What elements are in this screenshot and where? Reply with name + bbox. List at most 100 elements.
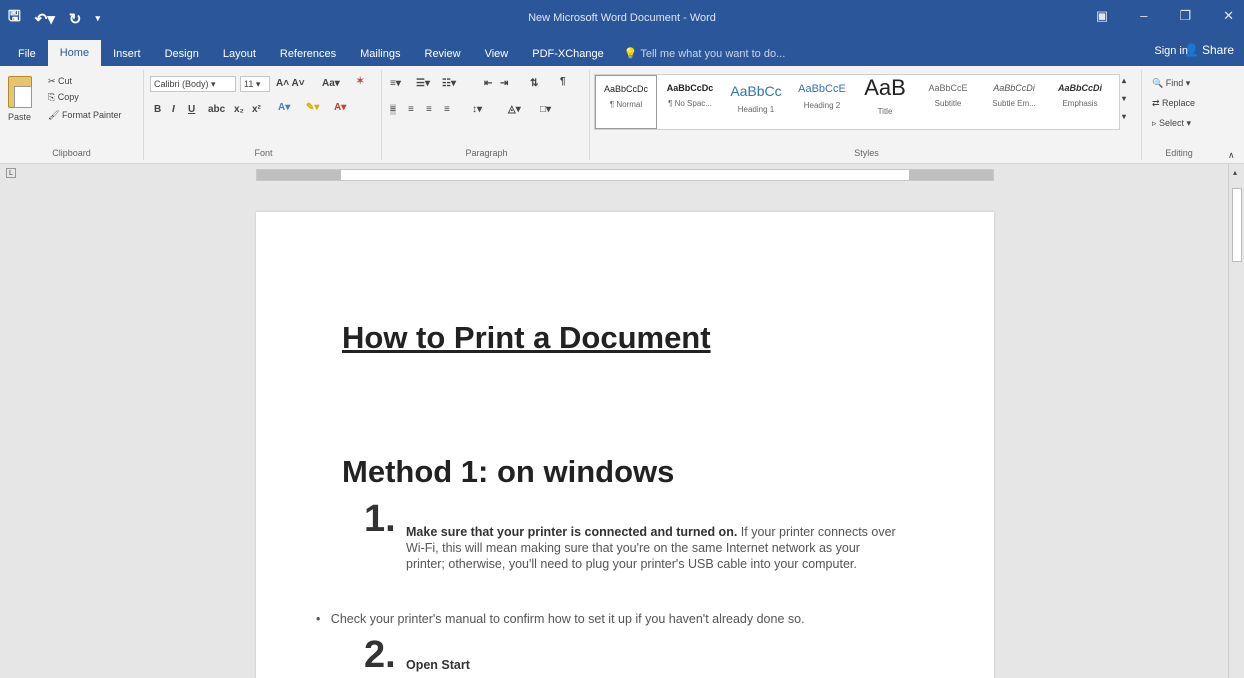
ruler-right-margin: [909, 170, 993, 180]
format-painter-button[interactable]: 🖌 Format Painter: [48, 110, 121, 121]
font-size-select[interactable]: 11 ▾: [240, 76, 270, 92]
style-name: Heading 1: [737, 105, 775, 114]
style-heading-1[interactable]: AaBbCc Heading 1: [723, 75, 789, 129]
change-case-button[interactable]: Aa▾: [322, 78, 340, 89]
clear-formatting-icon[interactable]: ✶: [356, 76, 364, 87]
tab-selector[interactable]: L: [6, 168, 16, 178]
tell-me-placeholder: Tell me what you want to do...: [640, 48, 786, 60]
tab-home[interactable]: Home: [47, 40, 102, 66]
ribbon-display-icon[interactable]: ▣: [1096, 8, 1108, 24]
title-bar: 🖫 ↶▾ ↻ ▾ New Microsoft Word Document - W…: [0, 0, 1244, 38]
font-name-select[interactable]: Calibri (Body) ▾: [150, 76, 236, 92]
style-normal[interactable]: AaBbCcDc ¶ Normal: [595, 75, 657, 129]
align-right-icon[interactable]: ≡: [426, 104, 432, 115]
style-sample: AaBbCcDc: [666, 83, 714, 93]
line-spacing-icon[interactable]: ↕▾: [472, 104, 482, 115]
copy-button[interactable]: ⎘ Copy: [48, 92, 79, 103]
paste-button[interactable]: Paste: [8, 112, 31, 122]
share-label: Share: [1201, 43, 1234, 57]
italic-button[interactable]: I: [172, 104, 175, 115]
tell-me-search[interactable]: 💡 Tell me what you want to do...: [616, 42, 785, 66]
style-name: Subtitle: [934, 99, 962, 108]
borders-icon[interactable]: □▾: [540, 104, 551, 115]
minimize-icon[interactable]: –: [1140, 8, 1147, 24]
multilevel-list-icon[interactable]: ☷▾: [442, 78, 456, 89]
gallery-scroll-up-icon[interactable]: ▴: [1122, 76, 1126, 85]
style-emphasis[interactable]: AaBbCcDi Emphasis: [1047, 75, 1113, 129]
select-button[interactable]: ▹ Select ▾: [1152, 118, 1191, 129]
style-subtitle[interactable]: AaBbCcE Subtitle: [915, 75, 981, 129]
superscript-button[interactable]: x²: [252, 104, 261, 115]
increase-indent-icon[interactable]: ⇥: [500, 78, 508, 89]
scrollbar-thumb[interactable]: [1232, 188, 1242, 262]
step-2-text: Open Start: [406, 658, 470, 672]
tab-layout[interactable]: Layout: [211, 42, 268, 66]
tab-design[interactable]: Design: [153, 42, 211, 66]
style-heading-2[interactable]: AaBbCcE Heading 2: [789, 75, 855, 129]
sign-in-link[interactable]: Sign in: [1154, 45, 1188, 57]
style-sample: AaBbCcDc: [603, 84, 648, 94]
style-sample: AaB: [864, 75, 906, 100]
close-icon[interactable]: ✕: [1223, 8, 1234, 24]
find-button[interactable]: 🔍 Find ▾: [1152, 78, 1190, 89]
text-effects-icon[interactable]: A▾: [278, 102, 290, 113]
shading-icon[interactable]: ◬▾: [508, 104, 521, 115]
window-controls: ▣ – ❐ ✕: [1096, 8, 1234, 24]
tab-references[interactable]: References: [268, 42, 348, 66]
document-page[interactable]: How to Print a Document Method 1: on win…: [256, 212, 994, 678]
step-1-number: 1.: [364, 498, 396, 540]
paragraph-group: ≡▾ ☰▾ ☷▾ ⇤ ⇥ ⇅ ¶ ≡ ≡ ≡ ≡ ↕▾ ◬▾ □▾ Paragr…: [384, 70, 590, 160]
styles-gallery: AaBbCcDc ¶ Normal AaBbCcDc ¶ No Spac... AaBb…: [594, 74, 1120, 130]
bullet-item: • Check your printer's manual to confirm…: [316, 612, 805, 626]
justify-icon[interactable]: ≡: [444, 104, 450, 115]
cut-button[interactable]: ✂ Cut: [48, 76, 72, 87]
underline-button[interactable]: U: [188, 104, 195, 115]
replace-button[interactable]: ⇄ Replace: [1152, 98, 1195, 109]
scroll-up-icon[interactable]: ▴: [1233, 168, 1237, 177]
paste-icon[interactable]: [8, 76, 32, 108]
bullets-icon[interactable]: ≡▾: [390, 78, 401, 89]
collapse-ribbon-icon[interactable]: ∧: [1228, 150, 1235, 161]
tab-insert[interactable]: Insert: [101, 42, 153, 66]
grow-font-button[interactable]: A˄ A˅: [276, 78, 305, 89]
subscript-button[interactable]: x₂: [234, 104, 244, 115]
sort-icon[interactable]: ⇅: [530, 78, 538, 89]
share-button[interactable]: 👤 Share: [1184, 43, 1234, 57]
numbering-icon[interactable]: ☰▾: [416, 78, 430, 89]
style-name: ¶ No Spac...: [668, 99, 712, 108]
tab-file[interactable]: File: [6, 42, 48, 66]
ribbon: Paste ✂ Cut ⎘ Copy 🖌 Format Painter Clip…: [0, 66, 1244, 164]
bold-button[interactable]: B: [154, 104, 161, 115]
tab-view[interactable]: View: [473, 42, 521, 66]
font-label: Font: [254, 148, 273, 158]
style-subtle-em[interactable]: AaBbCcDi Subtle Em...: [981, 75, 1047, 129]
method-heading: Method 1: on windows: [342, 454, 675, 489]
font-color-icon[interactable]: A▾: [334, 102, 346, 113]
style-title[interactable]: AaB Title: [855, 75, 915, 129]
ruler-left-margin: [257, 170, 341, 180]
tab-review[interactable]: Review: [413, 42, 473, 66]
show-formatting-icon[interactable]: ¶: [560, 76, 566, 87]
align-left-icon[interactable]: ≡: [390, 104, 396, 115]
font-group: Calibri (Body) ▾ 11 ▾ A˄ A˅ Aa▾ ✶ B I U …: [146, 70, 382, 160]
bullet-text: Check your printer's manual to confirm h…: [330, 612, 805, 626]
gallery-more-icon[interactable]: ▾: [1122, 112, 1126, 121]
highlight-color-icon[interactable]: ✎▾: [306, 102, 319, 113]
strikethrough-button[interactable]: abc: [208, 104, 225, 115]
align-center-icon[interactable]: ≡: [408, 104, 414, 115]
step-1-text: Make sure that your printer is connected…: [406, 524, 900, 572]
person-icon: 👤: [1184, 43, 1199, 57]
tab-mailings[interactable]: Mailings: [348, 42, 412, 66]
clipboard-group: Paste ✂ Cut ⎘ Copy 🖌 Format Painter Clip…: [0, 70, 144, 160]
vertical-scrollbar[interactable]: ▴: [1228, 164, 1244, 678]
style-name: Subtle Em...: [992, 99, 1036, 108]
gallery-scroll-down-icon[interactable]: ▾: [1122, 94, 1126, 103]
maximize-icon[interactable]: ❐: [1179, 8, 1191, 24]
decrease-indent-icon[interactable]: ⇤: [484, 78, 492, 89]
style-no-spac[interactable]: AaBbCcDc ¶ No Spac...: [657, 75, 723, 129]
tab-pdf-xchange[interactable]: PDF-XChange: [520, 42, 616, 66]
horizontal-ruler[interactable]: [256, 169, 994, 181]
style-sample: AaBbCcE: [928, 83, 968, 93]
window-title: New Microsoft Word Document - Word: [528, 12, 716, 24]
lightbulb-icon: 💡: [623, 48, 638, 60]
